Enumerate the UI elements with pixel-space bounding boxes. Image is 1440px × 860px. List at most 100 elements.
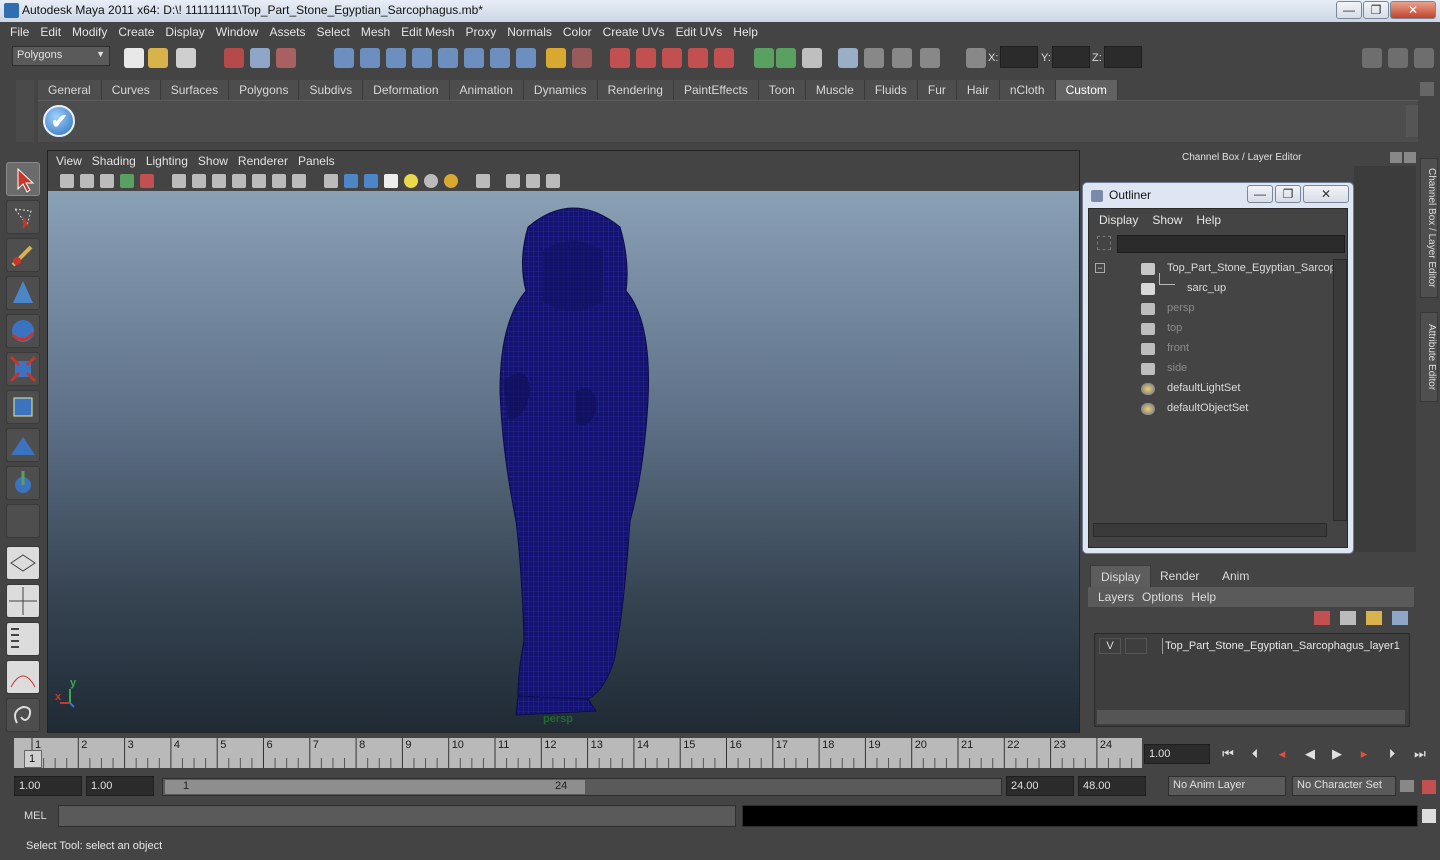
new-scene-icon[interactable] <box>124 48 144 68</box>
layer-menu-options[interactable]: Options <box>1142 590 1183 604</box>
outliner-menu-help[interactable]: Help <box>1196 213 1221 227</box>
filter-icon[interactable] <box>1097 236 1111 250</box>
outliner-minimize-button[interactable]: — <box>1247 185 1273 203</box>
render-region-icon[interactable] <box>776 48 796 68</box>
viewport-canvas[interactable]: x y <box>48 191 1079 732</box>
snap-view-plane-icon[interactable] <box>412 48 432 68</box>
list-item[interactable]: persp <box>1089 299 1339 319</box>
film-gate-icon[interactable] <box>192 174 206 188</box>
snap-point-icon[interactable] <box>386 48 406 68</box>
make-live-icon[interactable] <box>438 48 458 68</box>
step-back-frame-icon[interactable]: ◂ <box>1272 744 1292 764</box>
outliner-search-field[interactable] <box>1117 235 1345 253</box>
paint-select-tool-button[interactable] <box>6 238 40 272</box>
default-lighting-icon[interactable] <box>404 174 418 188</box>
tab-subdivs[interactable]: Subdivs <box>299 80 364 100</box>
key-icon[interactable] <box>1400 780 1414 792</box>
menu-file[interactable]: File <box>10 25 29 39</box>
tab-ncloth[interactable]: nCloth <box>999 80 1056 100</box>
universal-manipulator-button[interactable] <box>6 390 40 424</box>
transform-icon[interactable] <box>966 48 986 68</box>
smooth-shade-icon[interactable] <box>344 174 358 188</box>
menu-create-uvs[interactable]: Create UVs <box>603 25 665 39</box>
xray-icon[interactable] <box>506 174 520 188</box>
tab-painteffects[interactable]: PaintEffects <box>673 80 759 100</box>
layer-visibility-toggle[interactable]: V <box>1099 638 1121 654</box>
safe-title-icon[interactable] <box>292 174 306 188</box>
animation-start-field[interactable]: 1.00 <box>14 776 82 796</box>
tab-fur[interactable]: Fur <box>917 80 957 100</box>
menu-help[interactable]: Help <box>733 25 758 39</box>
tab-polygons[interactable]: Polygons <box>229 80 300 100</box>
snap-curve-icon[interactable] <box>360 48 380 68</box>
menu-color[interactable]: Color <box>563 25 592 39</box>
tab-dynamics[interactable]: Dynamics <box>523 80 598 100</box>
y-coordinate-field[interactable] <box>1052 46 1090 68</box>
wireframe-icon[interactable] <box>324 174 338 188</box>
menu-assets[interactable]: Assets <box>269 25 305 39</box>
modeling-toolkit-icon[interactable] <box>838 48 858 68</box>
menu-create[interactable]: Create <box>118 25 154 39</box>
scale-tool-button[interactable] <box>6 352 40 386</box>
menu-edit-mesh[interactable]: Edit Mesh <box>401 25 454 39</box>
single-pane-layout-button[interactable] <box>6 546 40 580</box>
tab-channel-box-layer-editor[interactable]: Channel Box / Layer Editor <box>1420 158 1438 298</box>
tab-surfaces[interactable]: Surfaces <box>160 80 230 100</box>
resolution-gate-icon[interactable] <box>212 174 226 188</box>
tab-hair[interactable]: Hair <box>956 80 1000 100</box>
open-scene-icon[interactable] <box>148 48 168 68</box>
safe-action-icon[interactable] <box>272 174 286 188</box>
go-to-end-icon[interactable]: ⏭ <box>1410 744 1430 764</box>
tab-fluids[interactable]: Fluids <box>864 80 918 100</box>
show-hide-channel-box-icon[interactable] <box>1414 48 1434 68</box>
layer-type-toggle[interactable] <box>1125 638 1147 654</box>
history-icon[interactable] <box>464 48 484 68</box>
outliner-maximize-button[interactable]: ❐ <box>1275 185 1301 203</box>
time-slider[interactable]: 1 2 3 4 5 6 7 8 9 10 11 12 13 14 15 16 17 18 19 20 21 22 23 24 … <box>14 738 1142 768</box>
lock-icon[interactable] <box>546 48 566 68</box>
show-manipulator-button[interactable] <box>6 466 40 500</box>
gate-mask-icon[interactable] <box>232 174 246 188</box>
viewport-menu-panels[interactable]: Panels <box>298 154 335 168</box>
grid-display-icon[interactable] <box>892 48 912 68</box>
render-view-icon[interactable] <box>754 48 774 68</box>
outliner-menu-display[interactable]: Display <box>1099 213 1138 227</box>
layer-menu-help[interactable]: Help <box>1191 590 1216 604</box>
shelf-handle[interactable] <box>16 80 34 142</box>
play-forward-icon[interactable]: ▶ <box>1327 744 1347 764</box>
go-to-start-icon[interactable]: ⏮ <box>1218 744 1238 764</box>
z-coordinate-field[interactable] <box>1104 46 1142 68</box>
tab-curves[interactable]: Curves <box>101 80 161 100</box>
tab-anim[interactable]: Anim <box>1212 565 1259 587</box>
isolate-select-icon[interactable] <box>476 174 490 188</box>
outliner-layout-button[interactable] <box>6 622 40 656</box>
select-by-hierarchy-icon[interactable] <box>224 48 244 68</box>
layer-color-swatch[interactable] <box>1151 638 1163 654</box>
menu-set-dropdown[interactable]: Polygons ▼ <box>12 46 110 66</box>
xray-joints-icon[interactable] <box>526 174 540 188</box>
collapse-icon[interactable]: − <box>1095 263 1105 273</box>
layer-menu-layers[interactable]: Layers <box>1098 590 1134 604</box>
camera-attributes-icon[interactable] <box>80 174 94 188</box>
camera-select-icon[interactable] <box>60 174 74 188</box>
anim-layer-dropdown[interactable]: No Anim Layer <box>1168 776 1286 796</box>
select-tool-button[interactable] <box>6 162 40 196</box>
render-settings-icon[interactable] <box>662 48 682 68</box>
soft-modification-button[interactable] <box>6 428 40 462</box>
two-d-pan-zoom-icon[interactable] <box>140 174 154 188</box>
tab-animation[interactable]: Animation <box>449 80 524 100</box>
tab-muscle[interactable]: Muscle <box>805 80 865 100</box>
list-item[interactable]: top <box>1089 319 1339 339</box>
wireframe-on-shaded-icon[interactable] <box>364 174 378 188</box>
tab-deformation[interactable]: Deformation <box>363 80 450 100</box>
hypergraph-button[interactable] <box>6 698 40 732</box>
ipr-render-icon[interactable] <box>636 48 656 68</box>
command-language-label[interactable]: MEL <box>24 810 47 822</box>
step-back-key-icon[interactable]: ⏴ <box>1245 744 1265 764</box>
select-by-object-icon[interactable] <box>250 48 270 68</box>
menu-window[interactable]: Window <box>216 25 259 39</box>
channel-box-area[interactable] <box>1354 166 1416 552</box>
move-layer-down-icon[interactable] <box>1340 611 1356 625</box>
lasso-tool-button[interactable] <box>6 200 40 234</box>
range-slider[interactable]: 1 24 <box>162 778 1002 796</box>
